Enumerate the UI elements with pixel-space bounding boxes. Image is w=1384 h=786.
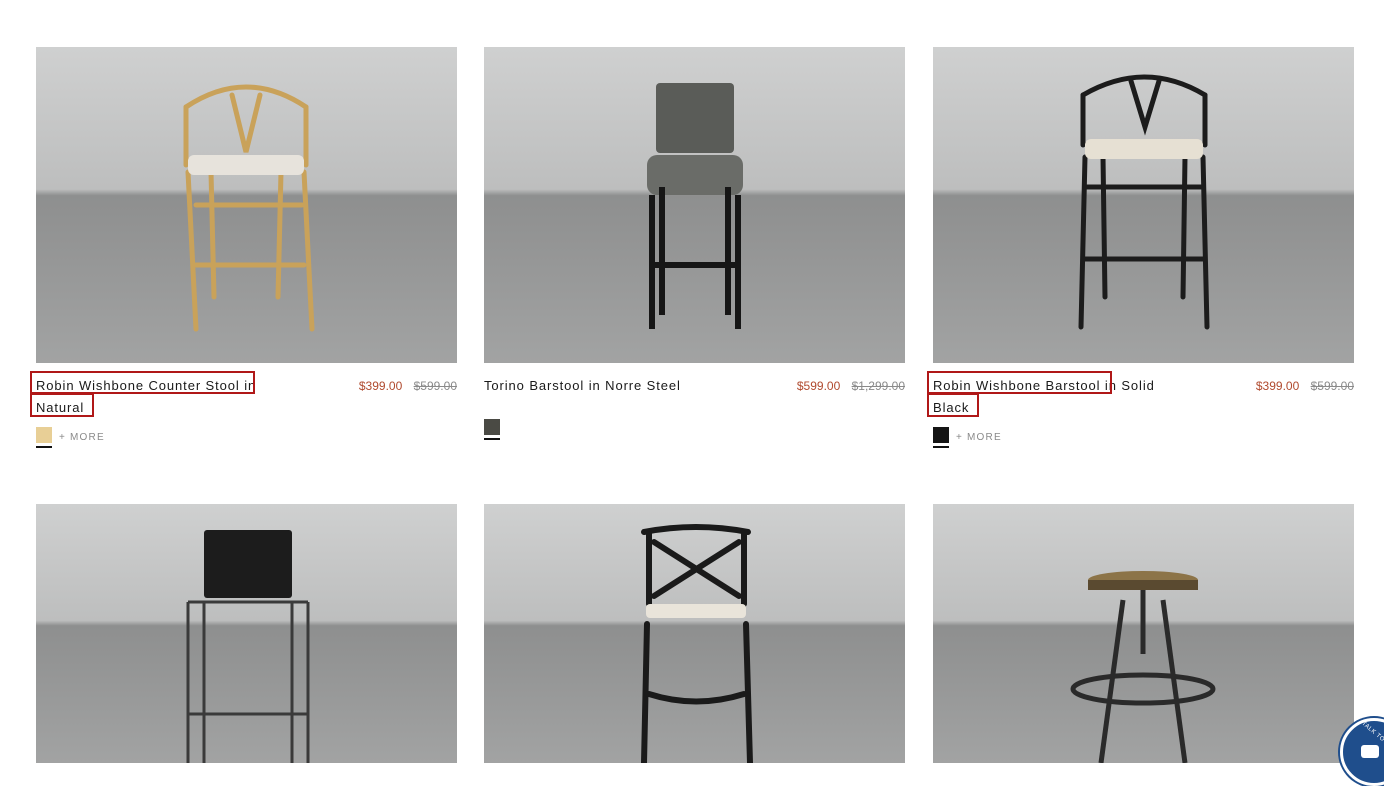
original-price: $599.00 — [1310, 379, 1354, 393]
product-image[interactable] — [484, 504, 905, 763]
swivel-industrial-stool-image — [1070, 571, 1216, 763]
product-title[interactable]: Robin Wishbone Barstool in Solid Black — [933, 375, 1195, 419]
chat-label: TALK TO — [1360, 720, 1384, 744]
product-card — [484, 504, 905, 763]
wishbone-stool-natural-image — [183, 84, 315, 332]
product-title[interactable]: Torino Barstool in Norre Steel — [484, 375, 746, 397]
product-image[interactable] — [933, 47, 1354, 363]
sale-price: $399.00 — [1255, 379, 1300, 393]
sale-price: $599.00 — [796, 379, 841, 393]
color-swatches: + MORE — [36, 426, 105, 448]
product-card — [933, 504, 1354, 763]
product-image[interactable] — [933, 504, 1354, 763]
more-swatches-link[interactable]: + MORE — [956, 432, 1002, 443]
cross-back-barstool-image — [641, 524, 753, 763]
original-price: $599.00 — [413, 379, 457, 393]
product-card: Torino Barstool in Norre Steel $599.00 $… — [484, 47, 905, 453]
product-image[interactable] — [484, 47, 905, 363]
color-swatch[interactable] — [484, 418, 500, 440]
sale-price: $399.00 — [358, 379, 403, 393]
product-image[interactable] — [36, 504, 457, 763]
color-swatch[interactable] — [36, 426, 52, 448]
product-prices: $399.00 $599.00 — [359, 375, 457, 397]
product-card: Robin Wishbone Counter Stool in Natural … — [36, 47, 457, 453]
product-card — [36, 504, 457, 763]
original-price: $1,299.00 — [851, 379, 905, 393]
chat-bubble-icon — [1361, 745, 1379, 758]
product-image[interactable] — [36, 47, 457, 363]
product-card: Robin Wishbone Barstool in Solid Black $… — [933, 47, 1354, 453]
wishbone-barstool-black-image — [1078, 74, 1210, 330]
color-swatches — [484, 418, 500, 440]
product-prices: $399.00 $599.00 — [1256, 375, 1354, 397]
color-swatch[interactable] — [933, 426, 949, 448]
product-prices: $599.00 $1,299.00 — [797, 375, 905, 397]
sling-counter-stool-image — [186, 530, 310, 763]
more-swatches-link[interactable]: + MORE — [59, 432, 105, 443]
upholstered-barstool-image — [647, 83, 743, 329]
product-title[interactable]: Robin Wishbone Counter Stool in Natural — [36, 375, 298, 419]
color-swatches: + MORE — [933, 426, 1002, 448]
